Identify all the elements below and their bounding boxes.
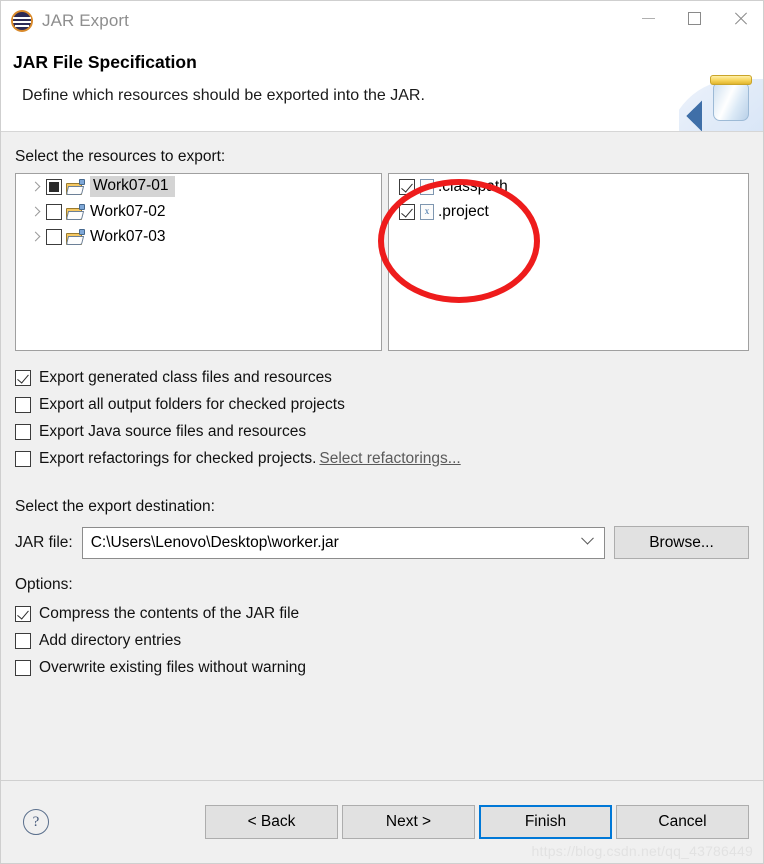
expand-arrow-icon[interactable] <box>24 206 46 217</box>
close-button[interactable] <box>717 1 763 35</box>
jar-export-icon <box>679 55 763 131</box>
title-bar: JAR Export <box>1 1 763 41</box>
project-tree[interactable]: Work07-01 Work07-02 Work07-03 <box>15 173 382 351</box>
option-checkbox[interactable] <box>15 423 31 440</box>
option-checkbox[interactable] <box>15 632 31 649</box>
option-row[interactable]: Add directory entries <box>15 627 749 654</box>
option-label: Add directory entries <box>39 631 182 649</box>
close-icon <box>733 11 748 26</box>
destination-label: Select the export destination: <box>15 498 215 515</box>
tree-checkbox[interactable] <box>46 178 62 195</box>
resources-label: Select the resources to export: <box>15 148 226 165</box>
options-group: Compress the contents of the JAR file Ad… <box>15 600 749 681</box>
wizard-header: JAR File Specification Define which reso… <box>1 41 763 132</box>
tree-checkbox[interactable] <box>46 228 62 245</box>
option-label: Export Java source files and resources <box>39 422 307 440</box>
jar-file-label: JAR file: <box>15 533 73 551</box>
option-checkbox[interactable] <box>15 396 31 413</box>
tree-row[interactable]: Work07-03 <box>16 224 381 249</box>
option-label: Export all output folders for checked pr… <box>39 395 345 413</box>
export-options-group: Export generated class files and resourc… <box>15 364 749 472</box>
option-row[interactable]: Overwrite existing files without warning <box>15 654 749 681</box>
option-label: Overwrite existing files without warning <box>39 658 307 676</box>
back-button[interactable]: < Back <box>205 805 338 839</box>
destination-row: JAR file: C:\Users\Lenovo\Desktop\worker… <box>15 526 749 559</box>
option-row[interactable]: Export all output folders for checked pr… <box>15 391 749 418</box>
tree-row[interactable]: Work07-01 <box>16 174 381 199</box>
browse-button[interactable]: Browse... <box>614 526 749 559</box>
option-row[interactable]: Export refactorings for checked projects… <box>15 445 749 472</box>
tree-row[interactable]: Work07-02 <box>16 199 381 224</box>
eclipse-icon <box>11 10 33 32</box>
maximize-button[interactable] <box>671 1 717 35</box>
minimize-button[interactable] <box>625 1 671 35</box>
tree-item-label: Work07-02 <box>90 202 166 220</box>
file-checkbox[interactable] <box>399 203 415 220</box>
option-label: Export refactorings for checked projects… <box>39 449 317 467</box>
option-row[interactable]: Compress the contents of the JAR file <box>15 600 749 627</box>
page-title: JAR File Specification <box>13 52 197 72</box>
file-label: .project <box>438 202 489 220</box>
project-folder-icon <box>65 203 85 220</box>
tree-item-label: Work07-03 <box>90 227 166 245</box>
tree-item-label: Work07-01 <box>90 176 175 197</box>
file-label: .classpath <box>438 177 508 195</box>
dialog-footer: ? < Back Next > Finish Cancel https://bl… <box>1 780 763 863</box>
jar-file-value[interactable]: C:\Users\Lenovo\Desktop\worker.jar <box>91 534 583 552</box>
option-label: Export generated class files and resourc… <box>39 368 332 386</box>
jar-export-dialog: JAR Export JAR File Specification Define… <box>0 0 764 864</box>
minimize-icon <box>641 17 655 19</box>
option-checkbox[interactable] <box>15 450 31 467</box>
page-subtitle: Define which resources should be exporte… <box>22 87 425 104</box>
option-label: Compress the contents of the JAR file <box>39 604 300 622</box>
help-icon[interactable]: ? <box>23 809 49 835</box>
xml-file-icon: x <box>420 203 434 220</box>
tree-checkbox[interactable] <box>46 203 62 220</box>
cancel-button[interactable]: Cancel <box>616 805 749 839</box>
file-checkbox[interactable] <box>399 178 415 195</box>
next-button[interactable]: Next > <box>342 805 475 839</box>
chevron-down-icon[interactable] <box>581 531 594 545</box>
expand-arrow-icon[interactable] <box>24 181 46 192</box>
option-checkbox[interactable] <box>15 659 31 676</box>
resource-panels: Work07-01 Work07-02 Work07-03 x .classpa… <box>15 173 749 351</box>
option-row[interactable]: Export generated class files and resourc… <box>15 364 749 391</box>
project-folder-icon <box>65 178 85 195</box>
option-checkbox[interactable] <box>15 605 31 622</box>
jar-file-combo[interactable]: C:\Users\Lenovo\Desktop\worker.jar <box>81 526 605 559</box>
expand-arrow-icon[interactable] <box>24 231 46 242</box>
select-refactorings-link[interactable]: Select refactorings... <box>319 450 460 468</box>
list-item[interactable]: x .classpath <box>389 174 748 199</box>
maximize-icon <box>687 11 701 25</box>
navigation-buttons: < Back Next > Finish Cancel <box>205 805 749 839</box>
project-folder-icon <box>65 228 85 245</box>
window-controls <box>625 1 763 41</box>
watermark: https://blog.csdn.net/qq_43786449 <box>531 843 753 859</box>
option-checkbox[interactable] <box>15 369 31 386</box>
option-row[interactable]: Export Java source files and resources <box>15 418 749 445</box>
options-label: Options: <box>15 576 73 593</box>
finish-button[interactable]: Finish <box>479 805 612 839</box>
dialog-body: Select the resources to export: Work07-0… <box>1 132 763 780</box>
window-title: JAR Export <box>42 11 129 30</box>
xml-file-icon: x <box>420 178 434 195</box>
list-item[interactable]: x .project <box>389 199 748 224</box>
file-list[interactable]: x .classpath x .project <box>388 173 749 351</box>
